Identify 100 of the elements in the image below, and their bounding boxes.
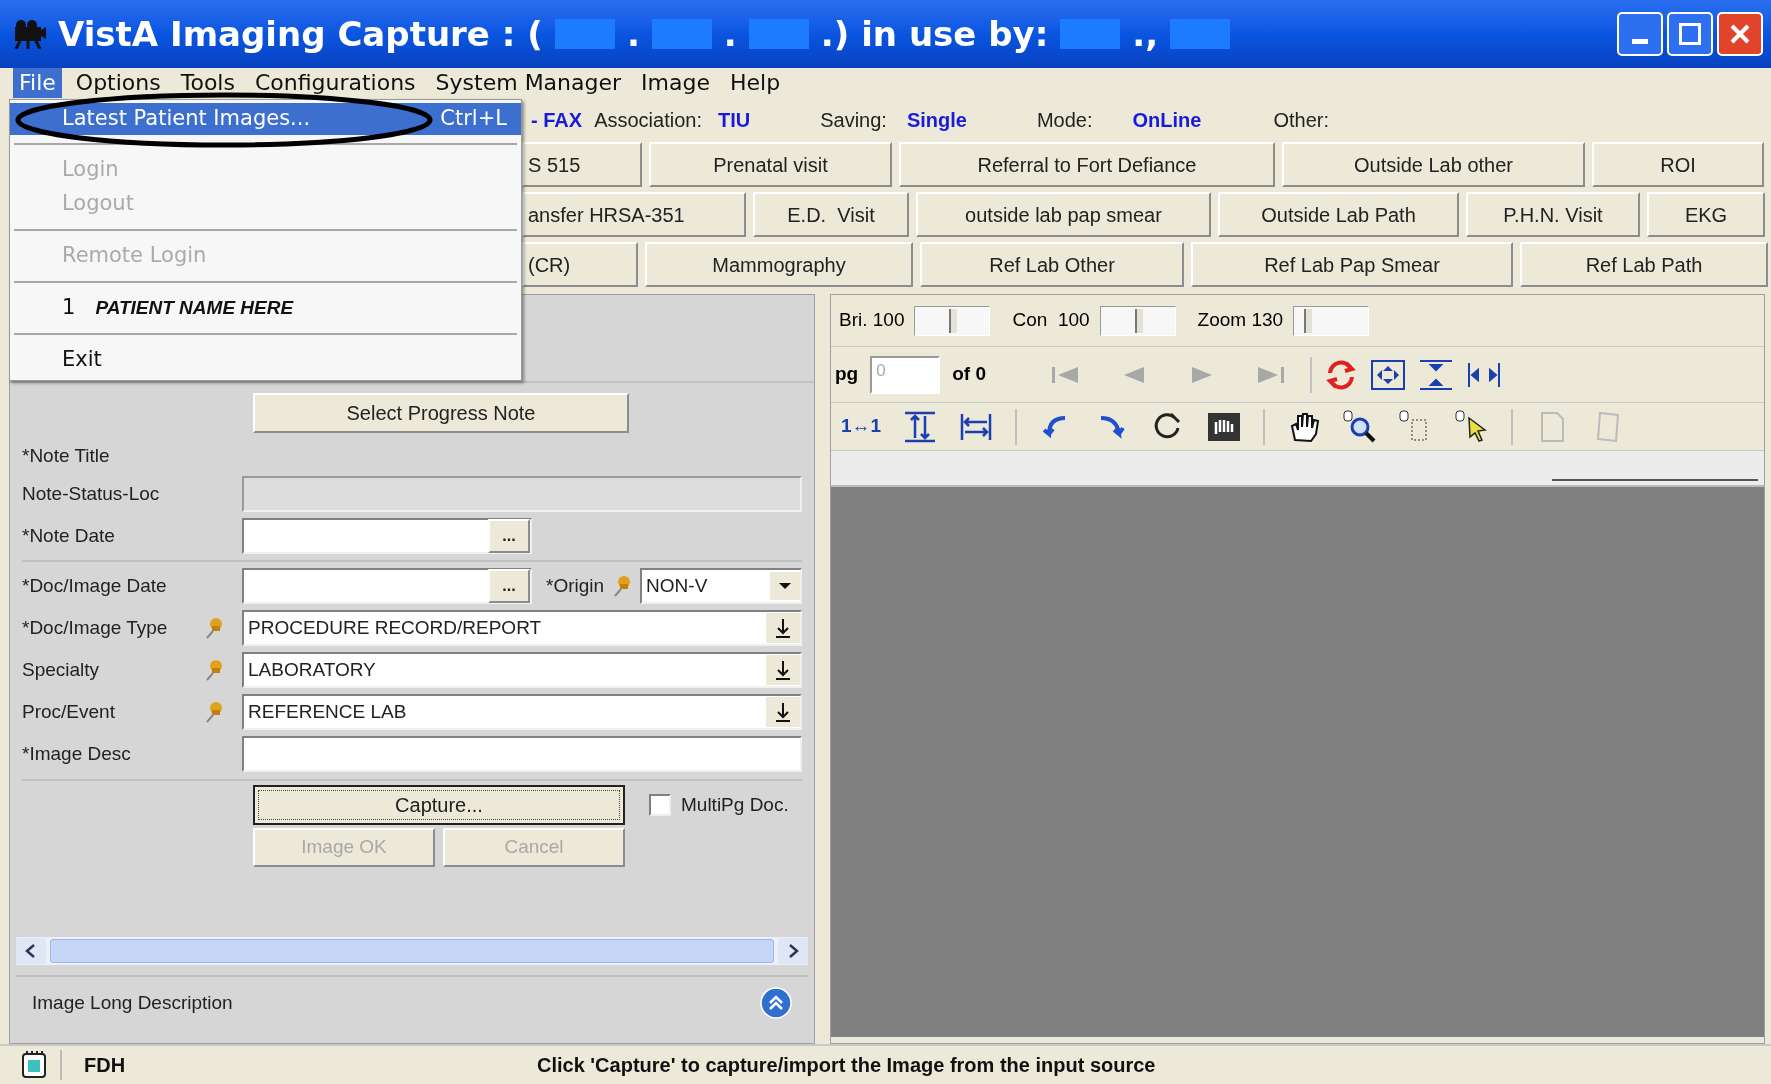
close-button[interactable] [1717, 12, 1763, 56]
pointer-icon[interactable] [1455, 409, 1490, 444]
quick-button[interactable]: Outside Lab Path [1218, 192, 1459, 237]
fit-height-icon[interactable] [903, 409, 938, 444]
field-value: Single [906, 108, 967, 133]
field-value: TIU [717, 108, 751, 133]
quick-button[interactable]: EKG [1647, 192, 1765, 237]
quick-button[interactable]: outside lab pap smear [916, 192, 1211, 237]
field-label: Mode: [1036, 108, 1093, 133]
quick-button[interactable]: E.D. Visit [753, 192, 909, 237]
menu-item[interactable]: System Manager [429, 68, 628, 98]
quick-button[interactable]: Mammography [645, 242, 913, 287]
pushpin-icon [612, 575, 633, 597]
dropdown-field[interactable]: REFERENCE LAB [242, 694, 802, 730]
field-label: Other: [1273, 108, 1329, 133]
quick-button[interactable]: P.H.N. Visit [1466, 192, 1640, 237]
menu-item-number: 1 [62, 294, 76, 322]
close-icon [1730, 24, 1750, 44]
text-field[interactable] [242, 736, 802, 772]
menu-item[interactable]: Options [69, 68, 167, 98]
field-label: *Doc/Image Type [22, 615, 168, 640]
slider-label: Zoom 130 [1197, 308, 1284, 333]
checkbox-label: MultiPg Doc. [681, 792, 789, 817]
checkbox[interactable] [649, 794, 671, 816]
menu-item[interactable]: File [13, 68, 62, 98]
quick-button[interactable]: Ref Lab Path [1520, 242, 1768, 287]
date-picker-button[interactable]: ... [488, 519, 530, 553]
field-label: Specialty [22, 657, 100, 682]
menu-item[interactable]: Configurations [248, 68, 422, 98]
actual-size-button[interactable]: 1↔1 [841, 412, 882, 441]
quick-button[interactable]: Ref Lab Pap Smear [1191, 242, 1513, 287]
window-title: in use by: [861, 12, 1049, 56]
menu-item[interactable]: Image [635, 68, 716, 98]
select-note-button[interactable]: Select Progress Note [253, 393, 629, 433]
quick-button[interactable]: (CR) [522, 242, 638, 287]
quick-button[interactable]: Outside Lab other [1282, 142, 1585, 187]
quick-button[interactable]: Ref Lab Other [920, 242, 1184, 287]
field-value: OnLine [1132, 108, 1202, 133]
scroll-left-icon [16, 938, 46, 964]
pushpin-icon [204, 659, 224, 681]
camera-icon [12, 19, 46, 49]
menu-item-label: PATIENT NAME HERE [95, 295, 294, 320]
fit-height-icon[interactable] [1418, 358, 1454, 391]
device-icon [20, 1051, 48, 1079]
slider-thumb[interactable] [1134, 308, 1143, 333]
minimize-button[interactable] [1617, 12, 1663, 56]
field-label: *Doc/Image Date [22, 573, 167, 598]
field-label: Association: [594, 108, 702, 133]
field-label: Saving: [820, 108, 887, 133]
menu-item[interactable]: Exit [10, 343, 521, 377]
dropdown-value: NON-V [646, 573, 708, 598]
quick-button[interactable]: ansfer HRSA-351 [522, 192, 746, 237]
dropdown-value: REFERENCE LAB [248, 699, 407, 724]
section-label: Image Long Description [32, 990, 233, 1015]
horizontal-scrollbar[interactable] [16, 937, 808, 965]
date-field[interactable]: ... [242, 568, 532, 604]
capture-button[interactable]: Capture... [253, 785, 625, 825]
window-title: VistA Imaging Capture : [58, 12, 516, 56]
zoom-icon[interactable] [1343, 409, 1378, 444]
origin-dropdown[interactable]: NON-V [640, 568, 802, 604]
quick-button[interactable]: Referral to Fort Defiance [899, 142, 1275, 187]
quick-button[interactable]: ROI [1592, 142, 1764, 187]
slider-track[interactable] [1293, 305, 1370, 336]
maximize-icon [1679, 23, 1701, 45]
maximize-button[interactable] [1667, 12, 1713, 56]
dropdown-field[interactable]: PROCEDURE RECORD/REPORT [242, 610, 802, 646]
image-source-text: - FAX [531, 108, 583, 133]
slider-thumb[interactable] [1304, 308, 1313, 333]
dropdown-field[interactable]: LABORATORY [242, 652, 802, 688]
menu-item[interactable]: Latest Patient Images... Ctrl+L [10, 103, 521, 135]
quick-button[interactable]: Prenatal visit [649, 142, 892, 187]
date-picker-button[interactable]: ... [488, 569, 530, 603]
scrollbar-thumb[interactable] [50, 939, 774, 963]
slider-track[interactable] [914, 305, 991, 336]
quick-button[interactable]: S 515 [522, 142, 642, 187]
shortcut-text: Ctrl+L [440, 105, 507, 133]
menu-item-label: Exit [62, 346, 102, 374]
menu-item[interactable]: Tools [174, 68, 241, 98]
slider-label: Con 100 [1012, 308, 1090, 333]
caret-icon [770, 572, 800, 600]
pushpin-icon [204, 617, 224, 639]
field-label: *Note Title [22, 443, 110, 468]
scroll-right-icon [778, 938, 808, 964]
field-label: Proc/Event [22, 699, 115, 724]
menu-item-label: Remote Login [62, 242, 207, 270]
window-title: .) [820, 12, 850, 56]
page-label: pg [835, 362, 859, 387]
expand-icon[interactable] [760, 987, 792, 1019]
fit-window-icon[interactable] [1370, 358, 1406, 391]
menu-item-label: Logout [62, 190, 134, 218]
field-label: *Image Desc [22, 741, 131, 766]
window-title: . [723, 12, 737, 56]
window-title: ., [1132, 12, 1159, 56]
menu-item[interactable]: 1 PATIENT NAME HERE [10, 291, 521, 325]
menu-item[interactable]: Help [723, 68, 787, 98]
slider-thumb[interactable] [949, 308, 958, 333]
field-label: *Note Date [22, 523, 115, 548]
refresh-icon[interactable] [1324, 358, 1358, 391]
date-field[interactable]: ... [242, 518, 532, 554]
slider-track[interactable] [1099, 305, 1176, 336]
